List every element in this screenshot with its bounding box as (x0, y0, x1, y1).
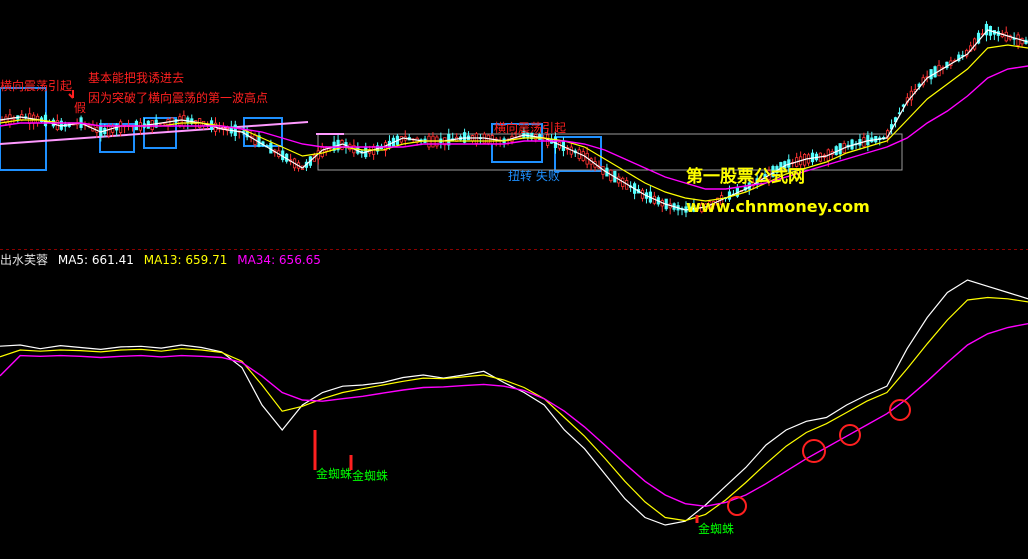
signal-label: 金蜘蛛 (352, 468, 388, 483)
indicator-panel[interactable]: 金蜘蛛 金蜘蛛 金蜘蛛 (0, 0, 1028, 559)
highlight-circle (727, 496, 747, 516)
stock-chart-window: 横向震荡引起 基本能把我诱进去 因为突破了横向震荡的第一波高点 假 横向震荡引起… (0, 0, 1028, 559)
ma13-line (0, 296, 1028, 522)
signal-label: 金蜘蛛 (698, 521, 734, 536)
watermark-title: 第一股票公式网 (686, 167, 805, 187)
ma5-line (0, 279, 1028, 526)
highlight-circle (802, 439, 826, 463)
watermark-url: www.chnmoney.com (686, 197, 870, 216)
signal-label: 金蜘蛛 (316, 466, 352, 481)
indicator-ma-lines (0, 279, 1028, 526)
